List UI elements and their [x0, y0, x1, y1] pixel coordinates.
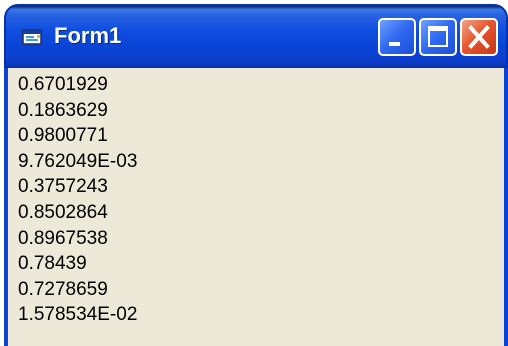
- title-bar[interactable]: Form1: [4, 4, 508, 68]
- maximize-button[interactable]: [419, 18, 457, 56]
- output-line: 9.762049E-03: [18, 150, 138, 172]
- output-line: 0.3757243: [18, 176, 108, 198]
- output-line: 1.578534E-02: [18, 304, 138, 326]
- output-lines: 0.6701929 0.1863629 0.9800771 9.762049E-…: [18, 72, 137, 328]
- form-client-area: 0.6701929 0.1863629 0.9800771 9.762049E-…: [4, 68, 508, 346]
- close-button[interactable]: [460, 18, 498, 56]
- form1-window: Form1 0.6701929 0.1863629 0.9800771 9.76…: [4, 4, 508, 346]
- minimize-icon: [389, 42, 400, 46]
- output-line: 0.7278659: [18, 278, 108, 300]
- minimize-button[interactable]: [378, 18, 416, 56]
- close-icon: [468, 25, 490, 49]
- output-line: 0.9800771: [18, 125, 108, 147]
- output-line: 0.8967538: [18, 227, 108, 249]
- output-line: 0.1863629: [18, 99, 108, 121]
- output-line: 0.6701929: [18, 74, 108, 95]
- form-icon[interactable]: [22, 28, 44, 46]
- window-title: Form1: [54, 23, 122, 48]
- output-line: 0.8502864: [18, 201, 108, 223]
- output-line: 0.78439: [18, 253, 87, 275]
- maximize-icon: [428, 26, 448, 47]
